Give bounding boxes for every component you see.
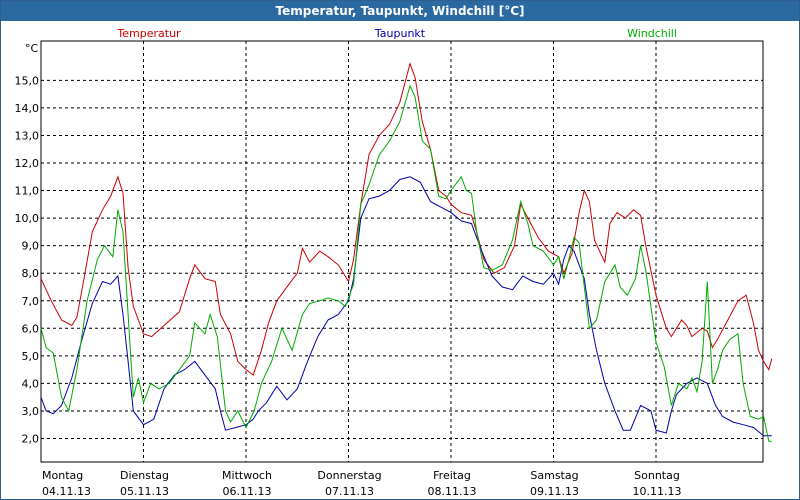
y-tick-label: 4,0 xyxy=(22,377,40,390)
x-tick-date-label: 08.11.13 xyxy=(428,485,477,498)
y-tick-label: 3,0 xyxy=(22,405,40,418)
y-tick-label: 14,0 xyxy=(15,102,40,115)
y-tick-label: 10,0 xyxy=(15,212,40,225)
y-tick-label: 8,0 xyxy=(22,267,40,280)
legend-windchill: Windchill xyxy=(627,27,677,40)
x-tick-date-label: 09.11.13 xyxy=(530,485,579,498)
x-tick-date-label: 06.11.13 xyxy=(223,485,272,498)
y-axis-ticks: 2,0 3,0 4,0 5,0 6,0 7,0 8,0 9,0 10,0 11,0 12,0 13,0… xyxy=(15,74,40,445)
legend-taupunkt: Taupunkt xyxy=(374,27,426,40)
legend-temperatur: Temperatur xyxy=(116,27,181,40)
x-tick-day-label: Dienstag xyxy=(120,469,169,482)
y-tick-label: 11,0 xyxy=(15,185,40,198)
x-tick-date-label: 04.11.13 xyxy=(42,485,91,498)
plot-area xyxy=(40,40,764,463)
y-tick-label: 15,0 xyxy=(15,74,40,87)
x-tick-day-label: Montag xyxy=(42,469,83,482)
x-tick-date-label: 05.11.13 xyxy=(120,485,169,498)
x-tick-day-label: Sonntag xyxy=(634,469,680,482)
chart-window: Temperatur, Taupunkt, Windchill [°C] 2,0… xyxy=(0,0,800,500)
x-tick-day-label: Mittwoch xyxy=(222,469,272,482)
x-tick-date-label: 07.11.13 xyxy=(325,485,374,498)
y-tick-label: 7,0 xyxy=(22,295,40,308)
chart-canvas: 2,0 3,0 4,0 5,0 6,0 7,0 8,0 9,0 10,0 11,0 12,0 13,0… xyxy=(15,27,773,498)
x-tick-day-label: Samstag xyxy=(530,469,578,482)
x-tick-day-label: Freitag xyxy=(433,469,471,482)
y-tick-label: 5,0 xyxy=(22,350,40,363)
window-title: Temperatur, Taupunkt, Windchill [°C] xyxy=(1,1,799,21)
y-tick-label: 9,0 xyxy=(22,240,40,253)
x-axis-ticks: Montag 04.11.13 Dienstag 05.11.13 Mittwoch 06… xyxy=(42,469,681,498)
x-tick-day-label: Donnerstag xyxy=(317,469,381,482)
y-tick-label: 6,0 xyxy=(22,322,40,335)
y-tick-label: 12,0 xyxy=(15,157,40,170)
y-tick-label: 13,0 xyxy=(15,129,40,142)
y-tick-label: 2,0 xyxy=(22,433,40,446)
x-tick-date-label: 10.11.13 xyxy=(633,485,682,498)
y-axis-unit-label: °C xyxy=(25,42,39,55)
